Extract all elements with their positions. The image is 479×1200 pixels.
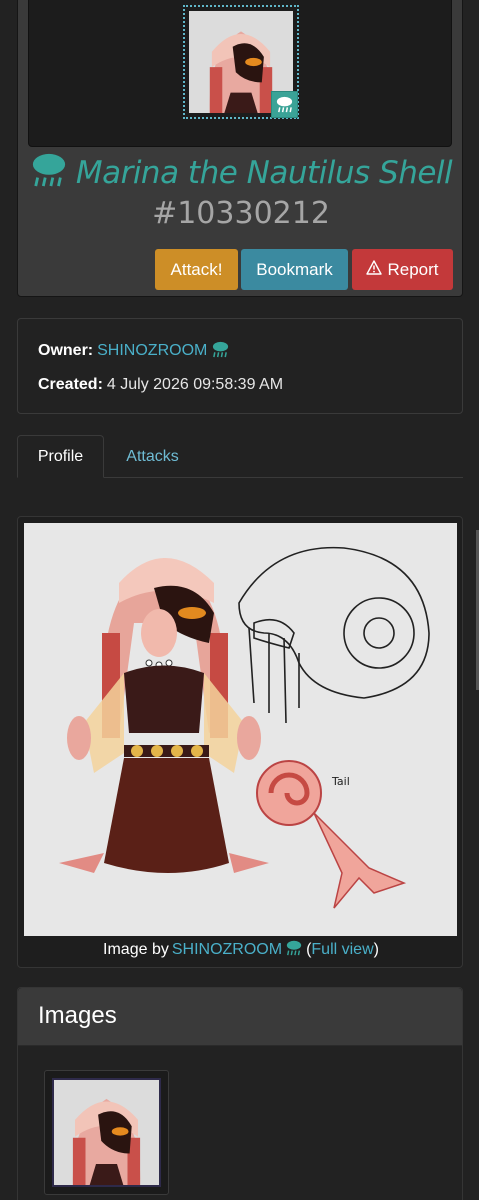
owner-link[interactable]: SHINOZROOM: [97, 342, 207, 360]
owner-row: Owner: SHINOZROOM: [38, 341, 442, 361]
images-panel: Images: [17, 987, 463, 1200]
report-button[interactable]: Report: [352, 249, 453, 290]
character-info-card: Owner: SHINOZROOM Created: 4 July 2026 0…: [17, 318, 463, 414]
bookmark-button[interactable]: Bookmark: [241, 249, 348, 290]
images-title: Images: [18, 988, 462, 1046]
image-thumbnail[interactable]: [44, 1070, 169, 1195]
character-reference-image[interactable]: Tail: [24, 523, 457, 936]
rain-cloud-icon: [271, 91, 298, 118]
thumbnail-image: [54, 1080, 159, 1185]
character-name: Marina the Nautilus Shell: [75, 154, 453, 191]
rain-cloud-icon: [285, 939, 303, 961]
character-id: #10330212: [152, 196, 330, 231]
avatar-well: [28, 0, 452, 147]
owner-label: Owner:: [38, 342, 94, 359]
thumbnail-frame: [52, 1078, 161, 1187]
caption-prefix: Image by: [103, 941, 169, 958]
created-row: Created: 4 July 2026 09:58:39 AM: [38, 375, 442, 395]
character-header-card: Marina the Nautilus Shell #10330212 Atta…: [17, 0, 463, 297]
attack-button[interactable]: Attack!: [155, 249, 238, 290]
report-label: Report: [387, 259, 439, 279]
rain-cloud-icon: [211, 340, 230, 363]
warning-triangle-icon: [366, 259, 383, 280]
tab-profile[interactable]: Profile: [17, 435, 104, 478]
image-caption: Image by SHINOZROOM (Full view): [18, 939, 464, 961]
character-avatar[interactable]: [183, 5, 299, 119]
caption-close-paren: ): [373, 941, 379, 958]
full-view-link[interactable]: Full view: [311, 941, 373, 958]
character-title: Marina the Nautilus Shell: [18, 152, 464, 193]
created-value: 4 July 2026 09:58:39 AM: [106, 376, 284, 393]
rain-cloud-icon: [30, 152, 68, 193]
tab-attacks[interactable]: Attacks: [109, 435, 196, 478]
created-label: Created:: [38, 376, 103, 393]
main-image-card: Tail Image by SHINOZROOM (Full view): [17, 516, 463, 968]
profile-tabs: Profile Attacks: [17, 435, 463, 478]
art-tail-text: Tail: [331, 775, 350, 788]
artist-link[interactable]: SHINOZROOM: [172, 941, 282, 959]
